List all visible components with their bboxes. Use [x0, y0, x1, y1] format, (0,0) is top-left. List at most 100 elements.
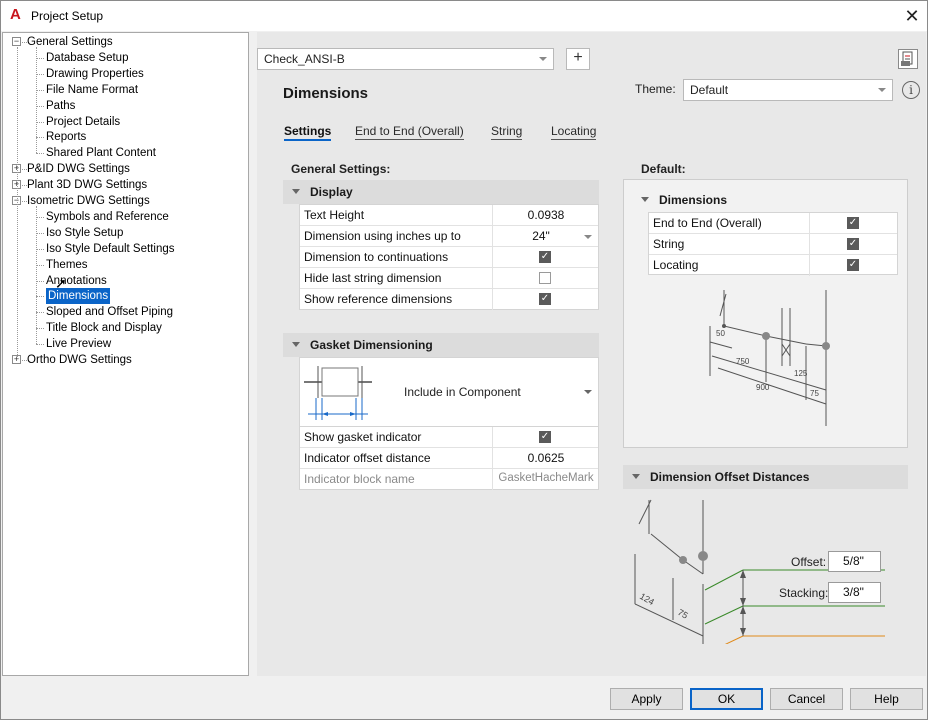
diagram-label: 125 — [794, 369, 808, 378]
report-icon[interactable] — [898, 49, 918, 69]
tab-locating[interactable]: Locating — [551, 124, 597, 140]
cancel-button[interactable]: Cancel — [770, 688, 843, 710]
grid-row-indicator-block-name: Indicator block name GasketHacheMark — [300, 469, 598, 490]
info-icon[interactable]: i — [902, 81, 920, 99]
tab-end-to-end[interactable]: End to End (Overall) — [355, 124, 464, 140]
collapse-icon[interactable]: − — [12, 37, 21, 46]
hide-last-string-checkbox[interactable] — [539, 272, 551, 284]
row-name: Dimension to continuations — [304, 250, 449, 264]
tab-string[interactable]: String — [491, 124, 523, 140]
row-name: Hide last string dimension — [304, 271, 442, 285]
tree-item[interactable]: Symbols and Reference — [46, 209, 169, 225]
apply-button[interactable]: Apply — [610, 688, 683, 710]
ok-button[interactable]: OK — [690, 688, 763, 710]
default-locating-checkbox[interactable]: ✓ — [847, 259, 859, 271]
theme-combo-value: Default — [690, 83, 729, 97]
style-combo[interactable]: Check_ANSI-B — [257, 48, 554, 70]
grid-row-default-locating[interactable]: Locating ✓ — [649, 255, 897, 276]
tree-item[interactable]: Isometric DWG Settings — [27, 193, 150, 209]
grid-row-indicator-offset[interactable]: Indicator offset distance 0.0625 — [300, 448, 598, 469]
tree-item[interactable]: General Settings — [27, 34, 113, 50]
dimension-diagram: 50 750 900 125 75 — [709, 290, 830, 426]
tree-connector — [36, 216, 44, 218]
tree-item[interactable]: Plant 3D DWG Settings — [27, 177, 147, 193]
grid-row-text-height[interactable]: Text Height 0.0938 — [300, 205, 598, 226]
tree-item[interactable]: Sloped and Offset Piping — [46, 304, 173, 320]
grid-row-dimension-to-continuations[interactable]: Dimension to continuations ✓ — [300, 247, 598, 268]
row-name: Show reference dimensions — [304, 292, 453, 306]
help-button[interactable]: Help — [850, 688, 923, 710]
stacking-input[interactable]: 3/8" — [828, 582, 881, 603]
chevron-down-icon — [878, 88, 886, 92]
tab-settings[interactable]: Settings — [284, 124, 332, 141]
indicator-offset-value[interactable]: 0.0625 — [493, 451, 599, 465]
tree-item[interactable]: Reports — [46, 129, 86, 145]
collapse-triangle-icon — [641, 197, 649, 202]
default-string-checkbox[interactable]: ✓ — [847, 238, 859, 250]
theme-combo[interactable]: Default — [683, 79, 893, 101]
tree-item[interactable]: Ortho DWG Settings — [27, 352, 132, 368]
tree-item[interactable]: Project Details — [46, 114, 120, 130]
project-setup-window: A Project Setup ✕ − General Settings Datab… — [0, 0, 928, 720]
display-section-header[interactable]: Display — [283, 180, 599, 204]
gasket-grid: Show gasket indicator ✓ Indicator offset… — [299, 426, 599, 490]
title-bar: A Project Setup ✕ — [1, 1, 927, 31]
default-dimensions-panel: Dimensions End to End (Overall) ✓ String… — [623, 179, 908, 448]
tree-connector — [36, 153, 44, 155]
row-name: Dimension using inches up to — [304, 229, 461, 243]
tree-connector — [36, 105, 44, 107]
chevron-down-icon[interactable] — [584, 390, 592, 394]
collapse-triangle-icon — [292, 189, 300, 194]
plus-icon[interactable]: + — [566, 48, 590, 70]
grid-row-default-end-to-end[interactable]: End to End (Overall) ✓ — [649, 213, 897, 234]
row-name: String — [653, 237, 685, 251]
default-end-to-end-checkbox[interactable]: ✓ — [847, 217, 859, 229]
tree-item[interactable]: Iso Style Setup — [46, 225, 123, 241]
tree-item[interactable]: Iso Style Default Settings — [46, 241, 174, 257]
tree-item[interactable]: P&ID DWG Settings — [27, 161, 130, 177]
grid-row-inches-up-to[interactable]: Dimension using inches up to 24" — [300, 226, 598, 247]
diagram-label: 75 — [676, 607, 690, 621]
tree-connector — [36, 232, 44, 234]
tree-item[interactable]: Themes — [46, 257, 88, 273]
close-icon[interactable]: ✕ — [899, 5, 925, 27]
offset-section-title: Dimension Offset Distances — [650, 470, 810, 484]
grid-row-show-gasket-indicator[interactable]: Show gasket indicator ✓ — [300, 427, 598, 448]
tree-item[interactable]: Title Block and Display — [46, 320, 162, 336]
default-dimensions-header[interactable]: Dimensions — [632, 188, 898, 212]
gasket-section-header[interactable]: Gasket Dimensioning — [283, 333, 599, 357]
show-reference-checkbox[interactable]: ✓ — [539, 293, 551, 305]
offset-input[interactable]: 5/8" — [828, 551, 881, 572]
gasket-option-box[interactable]: Include in Component — [299, 357, 599, 426]
chevron-down-icon — [539, 57, 547, 61]
tree-item[interactable]: Live Preview — [46, 336, 111, 352]
tree-connector — [36, 47, 37, 154]
settings-tree[interactable]: − General Settings Database Setup Drawing P… — [2, 32, 249, 676]
collapse-triangle-icon — [632, 474, 640, 479]
dimension-to-continuations-checkbox[interactable]: ✓ — [539, 251, 551, 263]
diagram-label: 750 — [736, 357, 750, 366]
diagram-label: 75 — [810, 389, 819, 398]
chevron-down-icon[interactable] — [584, 235, 592, 239]
inches-up-to-value[interactable]: 24" — [493, 229, 589, 243]
grid-row-hide-last-string[interactable]: Hide last string dimension — [300, 268, 598, 289]
row-name: Indicator block name — [304, 472, 415, 486]
default-dimensions-title: Dimensions — [659, 193, 728, 207]
text-height-value[interactable]: 0.0938 — [493, 208, 599, 222]
gasket-diagram — [304, 366, 372, 420]
tree-item[interactable]: Database Setup — [46, 50, 128, 66]
tree-item[interactable]: Dimensions — [46, 288, 111, 305]
style-combo-value: Check_ANSI-B — [264, 52, 345, 66]
gasket-component-option: Include in Component — [404, 385, 521, 399]
grid-row-show-reference[interactable]: Show reference dimensions ✓ — [300, 289, 598, 310]
tree-item[interactable]: Shared Plant Content — [46, 145, 156, 161]
tree-item[interactable]: Drawing Properties — [46, 66, 144, 82]
show-gasket-indicator-checkbox[interactable]: ✓ — [539, 431, 551, 443]
offset-section-header[interactable]: Dimension Offset Distances — [623, 465, 908, 489]
tree-item[interactable]: Paths — [46, 98, 75, 114]
tree-connector — [36, 264, 44, 266]
display-section-title: Display — [310, 185, 353, 199]
tree-item[interactable]: File Name Format — [46, 82, 138, 98]
grid-row-default-string[interactable]: String ✓ — [649, 234, 897, 255]
row-name: Indicator offset distance — [304, 451, 431, 465]
